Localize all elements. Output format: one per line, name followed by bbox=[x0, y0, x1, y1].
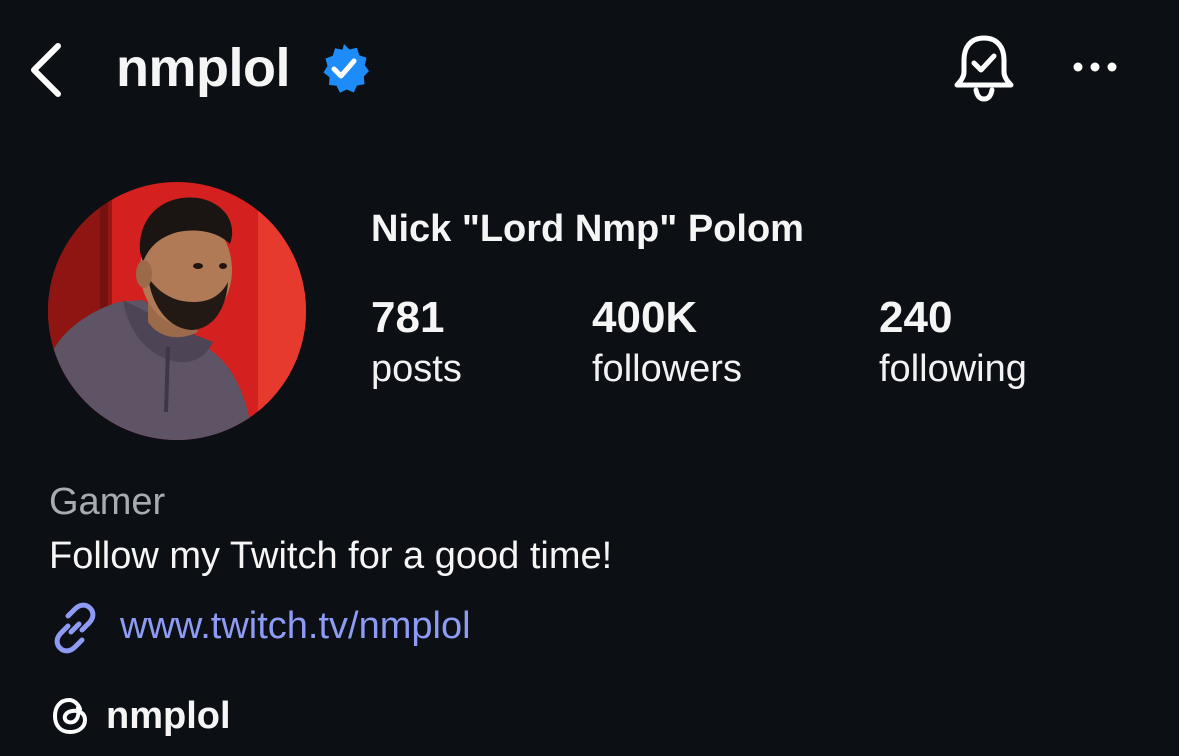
profile-avatar[interactable] bbox=[48, 182, 306, 440]
profile-bio: Follow my Twitch for a good time! bbox=[49, 535, 613, 577]
posts-count: 781 bbox=[371, 293, 445, 342]
profile-header: nmplol bbox=[0, 0, 1179, 136]
following-stat[interactable]: 240 following bbox=[879, 292, 1027, 394]
profile-category: Gamer bbox=[49, 481, 166, 523]
link-icon bbox=[54, 602, 96, 654]
following-count: 240 bbox=[879, 293, 953, 342]
posts-stat[interactable]: 781 posts bbox=[371, 292, 462, 394]
verified-badge-icon bbox=[323, 44, 369, 93]
back-button[interactable] bbox=[22, 38, 72, 98]
followers-stat[interactable]: 400K followers bbox=[592, 292, 742, 394]
profile-link-text[interactable]: www.twitch.tv/nmplol bbox=[120, 600, 471, 652]
followers-count: 400K bbox=[592, 293, 698, 342]
following-label: following bbox=[879, 348, 1027, 390]
bell-check-icon bbox=[954, 35, 1014, 102]
profile-display-name: Nick "Lord Nmp" Polom bbox=[371, 208, 804, 250]
more-options-button[interactable] bbox=[1064, 50, 1128, 84]
profile-username: nmplol bbox=[116, 38, 290, 98]
avatar-image bbox=[48, 182, 306, 440]
threads-handle: nmplol bbox=[106, 695, 231, 737]
posts-label: posts bbox=[371, 348, 462, 390]
chevron-left-icon bbox=[31, 43, 61, 97]
threads-icon bbox=[52, 697, 88, 735]
notifications-button[interactable] bbox=[948, 30, 1020, 106]
more-horizontal-icon bbox=[1073, 62, 1117, 72]
followers-label: followers bbox=[592, 348, 742, 390]
